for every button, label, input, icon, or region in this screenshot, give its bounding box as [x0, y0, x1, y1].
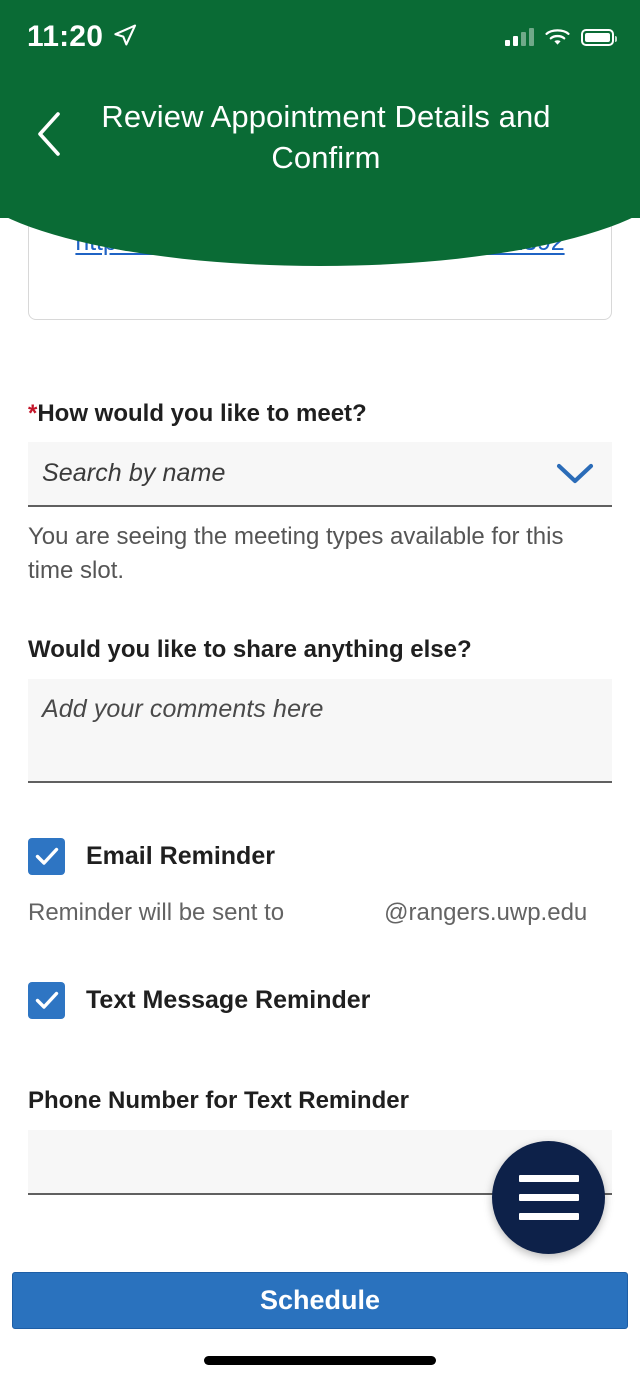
status-bar-left: 11:20 [27, 22, 137, 52]
page-title: Review Appointment Details and Confirm [101, 99, 551, 176]
text-reminder-checkbox[interactable] [28, 982, 65, 1019]
email-reminder-group: Email Reminder Reminder will be sent to … [28, 838, 612, 927]
email-reminder-note-prefix: Reminder will be sent to [28, 899, 285, 926]
comments-group: Would you like to share anything else? A… [28, 634, 612, 784]
phone-number-label: Phone Number for Text Reminder [28, 1087, 409, 1114]
email-reminder-checkbox-row[interactable]: Email Reminder [28, 838, 612, 875]
comments-label: Would you like to share anything else? [28, 636, 472, 663]
email-reminder-note: Reminder will be sent to @rangers.uwp.ed… [28, 899, 612, 927]
home-indicator[interactable] [204, 1356, 436, 1365]
checkmark-icon [35, 847, 59, 866]
meeting-type-select[interactable]: Search by name [28, 442, 612, 508]
status-bar: 11:20 [0, 0, 640, 74]
text-reminder-checkbox-row[interactable]: Text Message Reminder [28, 982, 612, 1019]
comments-input[interactable]: Add your comments here [28, 679, 612, 784]
status-bar-clock: 11:20 [27, 20, 104, 53]
header-title-bar: Review Appointment Details and Confirm [0, 96, 640, 178]
checkmark-icon [35, 991, 59, 1010]
meeting-type-placeholder: Search by name [42, 459, 226, 488]
email-reminder-checkbox[interactable] [28, 838, 65, 875]
text-reminder-label: Text Message Reminder [86, 986, 371, 1014]
hamburger-menu-icon-bar [518, 1194, 579, 1201]
app-header: 11:20 Review Appointment Details and Con… [0, 0, 640, 266]
meeting-type-helper-text: You are seeing the meeting types availab… [28, 523, 564, 585]
meeting-type-group: *How would you like to meet? Search by n… [28, 398, 612, 588]
chevron-down-icon[interactable] [556, 463, 594, 485]
cellular-signal-icon [505, 27, 534, 46]
email-reminder-label: Email Reminder [86, 842, 275, 870]
location-arrow-icon [113, 23, 137, 52]
comments-placeholder: Add your comments here [42, 695, 324, 724]
schedule-button[interactable]: Schedule [12, 1272, 628, 1329]
email-reminder-domain: @rangers.uwp.edu [384, 899, 588, 926]
schedule-button-label: Schedule [259, 1285, 381, 1315]
meeting-type-label-text: How would you like to meet? [37, 400, 367, 427]
battery-full-icon [581, 28, 617, 46]
status-bar-right [505, 27, 617, 47]
hamburger-menu-icon-bar [518, 1175, 579, 1182]
meeting-type-label: *How would you like to meet? [28, 398, 612, 429]
wifi-icon [545, 28, 570, 47]
required-asterisk: * [28, 400, 38, 427]
hamburger-menu-fab[interactable] [492, 1141, 605, 1254]
back-chevron-icon[interactable] [34, 110, 64, 158]
hamburger-menu-icon-bar [518, 1213, 579, 1220]
text-reminder-group: Text Message Reminder [28, 982, 612, 1019]
